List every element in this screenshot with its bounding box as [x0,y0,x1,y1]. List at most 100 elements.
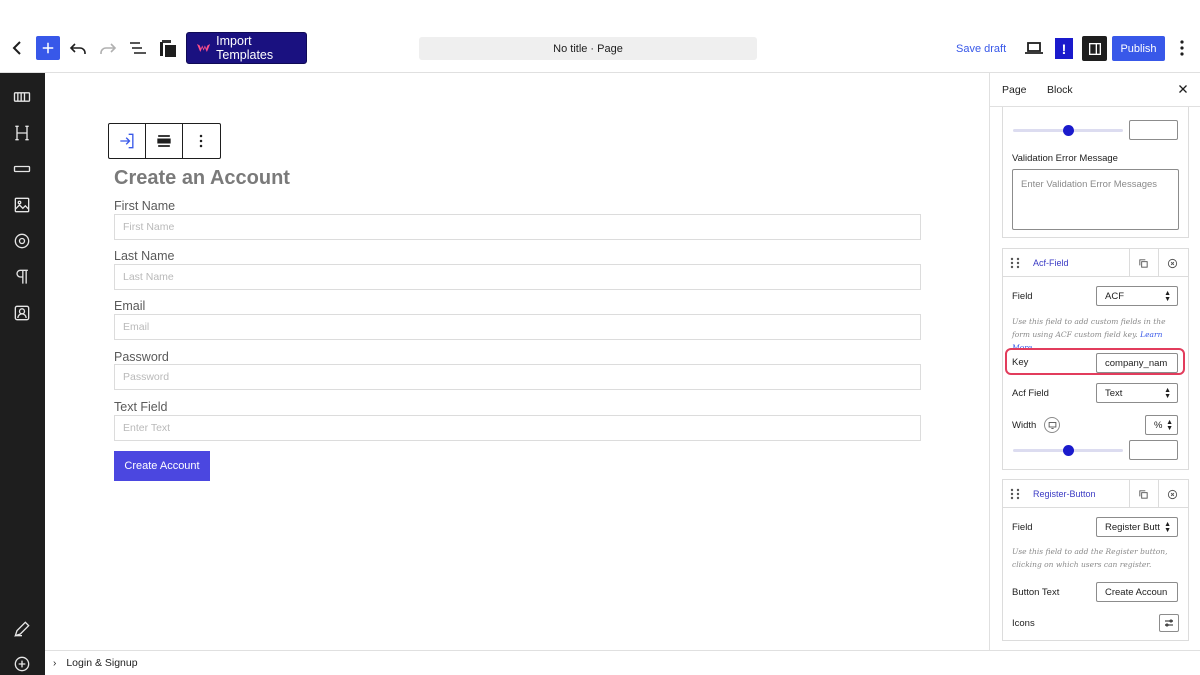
acf-field-card-header: Acf-Field [1003,249,1188,277]
sliders-icon [1165,619,1173,627]
tab-page[interactable]: Page [1002,84,1027,96]
create-account-button[interactable]: Create Account [114,451,210,481]
close-icon [1179,85,1187,93]
key-input[interactable]: company_nam [1096,353,1178,373]
back-button[interactable] [2,32,34,64]
field-label-email: Email [114,299,146,313]
plus-icon [42,42,54,54]
undo-icon [69,43,86,54]
breadcrumb-bar: › Login & Signup [45,650,1200,675]
drag-handle-icon[interactable] [1003,249,1027,277]
register-field-select-value: Register Butt [1105,521,1160,533]
settings-toggle-button[interactable] [1082,36,1107,61]
remove-button[interactable] [1158,480,1186,508]
undo-button[interactable] [62,32,94,64]
close-sidebar-button[interactable] [1176,82,1190,96]
paragraph-icon[interactable] [11,266,33,288]
columns-icon[interactable] [11,86,33,108]
image-icon[interactable] [11,194,33,216]
sidebar-tabs: Page Block [990,73,1200,107]
register-field-select[interactable]: Register Butt ▲ ▼ [1096,517,1178,537]
acf-type-label: Acf Field [1012,388,1049,399]
button-text-input[interactable]: Create Accoun [1096,582,1178,602]
desktop-device-icon[interactable] [1044,417,1060,433]
align-wide-icon [157,135,171,147]
select-arrows-icon: ▲ ▼ [1166,419,1173,432]
register-field-label: Field [1012,522,1033,533]
acf-type-select[interactable]: Text ▲ ▼ [1096,383,1178,403]
password-input[interactable]: Password [114,364,921,390]
block-toolbar [108,123,221,159]
sidebar-toggle-icon [1088,42,1101,55]
acf-width-slider-thumb[interactable] [1062,445,1074,456]
drag-handle-icon[interactable] [1003,480,1027,508]
block-inserter-rail [0,73,45,675]
block-type-button[interactable] [109,124,146,158]
pencil-icon[interactable] [11,618,33,640]
editor-toolbar: Import Templates No title · Page Save dr… [0,0,1200,73]
acf-help-text: Use this field to add custom fields in t… [1012,315,1182,354]
form-title: Create an Account [114,167,290,189]
list-view-button[interactable] [122,32,154,64]
validation-message-textarea[interactable]: Enter Validation Error Messages [1012,169,1179,230]
icon-settings-button[interactable] [1159,614,1179,632]
last-name-input[interactable]: Last Name [114,264,921,290]
separator-icon[interactable] [11,158,33,180]
preview-button[interactable] [1018,32,1050,64]
select-arrows-icon: ▲ ▼ [1164,521,1171,534]
chevron-right-icon[interactable]: › [53,658,56,669]
remove-button[interactable] [1158,249,1186,277]
login-icon [120,133,134,149]
align-button[interactable] [146,124,183,158]
email-input[interactable]: Email [114,314,921,340]
publish-button[interactable]: Publish [1112,36,1165,61]
save-draft-button[interactable]: Save draft [956,40,1006,58]
acf-width-number-input[interactable] [1129,440,1178,460]
document-title[interactable]: No title · Page [419,37,757,60]
heading-icon[interactable] [11,122,33,144]
acf-field-card: Acf-Field Field ACF ▲ ▼ Use this field to… [1002,248,1189,470]
options-button[interactable] [1166,32,1198,64]
field-label-last-name: Last Name [114,249,175,263]
first-name-input[interactable]: First Name [114,214,921,240]
acf-field-label: Field [1012,291,1033,302]
duplicate-button[interactable] [1129,249,1157,277]
width-unit-value: % [1154,419,1163,431]
acf-field-select[interactable]: ACF ▲ ▼ [1096,286,1178,306]
select-arrows-icon: ▲ ▼ [1164,387,1171,400]
remove-circle-icon [1167,489,1178,499]
clipboard-button[interactable] [152,32,184,64]
acf-type-select-value: Text [1105,387,1123,399]
key-label: Key [1012,357,1029,368]
import-templates-button[interactable]: Import Templates [186,32,307,64]
circle-icon[interactable] [11,230,33,252]
redo-button[interactable] [92,32,124,64]
breadcrumb-item[interactable]: Login & Signup [66,657,137,669]
redo-icon [100,43,117,54]
text-field-input[interactable]: Enter Text [114,415,921,441]
duplicate-button[interactable] [1129,480,1157,508]
copy-icon [1139,489,1148,499]
field-settings-card: Validation Error Message Enter Validatio… [1002,91,1189,238]
width-unit-select[interactable]: % ▲ ▼ [1145,415,1178,435]
register-button-card: Register-Button Field Register Butt ▲ ▼ U… [1002,479,1189,641]
acf-field-card-title[interactable]: Acf-Field [1033,258,1069,268]
user-card-icon[interactable] [11,302,33,324]
copy-icon [1139,258,1148,268]
icons-label: Icons [1012,618,1035,629]
remove-circle-icon [1167,258,1178,268]
add-block-button[interactable] [36,36,60,60]
tab-block[interactable]: Block [1047,84,1073,96]
block-options-button[interactable] [183,124,220,158]
laptop-icon [1025,42,1043,54]
register-card-title[interactable]: Register-Button [1033,489,1096,499]
alert-badge-button[interactable]: ! [1055,38,1073,59]
settings-sidebar: Page Block Validation Error Message Ente… [989,73,1200,650]
width-slider-thumb[interactable] [1062,125,1074,136]
list-view-icon [130,42,146,54]
field-label-password: Password [114,350,169,364]
select-arrows-icon: ▲ ▼ [1164,290,1171,303]
width-number-input[interactable] [1129,120,1178,140]
import-templates-label: Import Templates [216,34,274,62]
plus-circle-icon[interactable] [11,653,33,675]
